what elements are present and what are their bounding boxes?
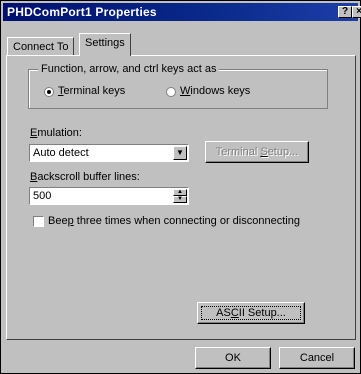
keys-group-legend: Function, arrow, and ctrl keys act as <box>38 64 220 75</box>
tab-connect-to[interactable]: Connect To <box>7 37 75 55</box>
emulation-value: Auto detect <box>33 147 89 159</box>
terminal-keys-label[interactable]: Terminal keys <box>58 85 125 98</box>
windows-keys-label[interactable]: Windows keys <box>180 85 250 98</box>
spin-up-icon[interactable]: ▲ <box>173 189 187 196</box>
backscroll-value: 500 <box>33 190 52 202</box>
terminal-keys-radio[interactable] <box>44 87 54 97</box>
chevron-down-icon[interactable]: ▼ <box>173 146 187 160</box>
spin-down-icon[interactable]: ▼ <box>173 196 187 203</box>
ok-button[interactable]: OK <box>195 347 271 369</box>
cancel-button[interactable]: Cancel <box>279 347 355 369</box>
title-bar: PHDComPort1 Properties ? × <box>3 3 361 21</box>
tab-settings[interactable]: Settings <box>79 33 131 56</box>
window-title: PHDComPort1 Properties <box>7 5 157 19</box>
help-button[interactable]: ? <box>338 6 352 18</box>
emulation-select[interactable]: Auto detect ▼ <box>29 144 189 162</box>
radio-selected-dot <box>47 90 51 94</box>
close-button[interactable]: × <box>352 6 361 18</box>
beep-checkbox[interactable] <box>33 216 44 227</box>
focus-rect <box>201 306 301 320</box>
beep-label[interactable]: Beep three times when connecting or disc… <box>48 215 300 228</box>
ascii-setup-button[interactable]: ASCII Setup... <box>197 302 305 324</box>
backscroll-label: Backscroll buffer lines: <box>30 171 140 183</box>
backscroll-spinbox[interactable]: 500 ▲ ▼ <box>29 187 189 205</box>
windows-keys-radio[interactable] <box>166 87 176 97</box>
terminal-setup-button[interactable]: Terminal Setup... <box>205 141 309 163</box>
emulation-label: Emulation: <box>30 127 82 139</box>
